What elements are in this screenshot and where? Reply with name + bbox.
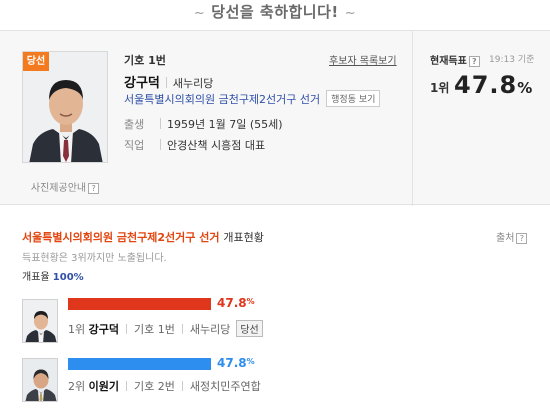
birth-row: 출생 1959년 1월 7일 (55세) — [124, 116, 283, 132]
district-link[interactable]: 서울특별시의회의원 금천구제2선거구 선거 — [124, 93, 320, 106]
elected-badge: 당선 — [23, 52, 49, 71]
candidate-number: 기호 1번 — [124, 54, 166, 67]
winner-panel: 당선 사진제공안내? 기호 1번 후보자 목록보기 강구덕 새누리당 서울특별시의… — [0, 30, 550, 206]
candidate-name: 강구덕 — [124, 76, 160, 91]
divider — [165, 77, 167, 88]
vote-bar-1 — [68, 298, 211, 310]
current-votes-label: 현재득표? — [430, 52, 480, 67]
birth-value: 1959년 1월 7일 (55세) — [167, 118, 283, 131]
candidate-portrait-icon — [23, 300, 57, 342]
results-notice: 득표현황은 3위까지만 노출됩니다. — [22, 253, 167, 264]
current-percent-value: 47.8 — [454, 71, 518, 99]
help-icon[interactable]: ? — [516, 232, 528, 244]
candidate-name-row: 강구덕 새누리당 — [124, 72, 213, 91]
candidate-number: 기호 2번 — [134, 380, 175, 393]
candidate-row-2: 2위 이원기 기호 2번 새정치민주연합 — [68, 378, 261, 394]
help-icon[interactable]: ? — [468, 55, 480, 67]
candidate-row-1: 1위 강구덕 기호 1번 새누리당 당선 — [68, 320, 263, 337]
candidate-rank: 1위 — [68, 323, 86, 336]
candidate-rank: 2위 — [68, 380, 86, 393]
vote-bar-2 — [68, 358, 211, 370]
candidate-portrait-icon — [23, 359, 57, 401]
vote-percent-1: 47.8% — [217, 296, 255, 310]
current-timestamp: 19:13 기준 — [489, 55, 535, 65]
candidate-party: 새누리당 — [172, 77, 214, 90]
results-suffix: 개표현황 — [223, 231, 264, 244]
candidate-name[interactable]: 이원기 — [89, 380, 119, 393]
count-rate-value: 100% — [52, 272, 84, 283]
current-percent-unit: % — [517, 79, 534, 97]
candidate-thumbnail[interactable] — [22, 299, 58, 343]
candidate-party: 새정치민주연합 — [189, 380, 261, 393]
birth-label: 출생 — [124, 118, 145, 131]
count-rate: 개표율 100% — [22, 268, 84, 283]
results-title: 서울특별시의회의원 금천구제2선거구 선거 개표현황 — [22, 229, 264, 245]
view-district-button[interactable]: 행정동 보기 — [326, 90, 381, 107]
district-row: 서울특별시의회의원 금천구제2선거구 선거 행정동 보기 — [124, 90, 381, 107]
help-icon[interactable]: ? — [88, 182, 100, 194]
candidate-list-link[interactable]: 후보자 목록보기 — [329, 52, 397, 67]
job-value: 안경산책 시흥점 대표 — [167, 139, 266, 152]
congrats-text: 당선을 축하합니다! — [211, 3, 339, 21]
wave-decoration-right: ~ — [344, 6, 357, 21]
candidate-thumbnail[interactable] — [22, 358, 58, 402]
wave-decoration-left: ~ — [193, 6, 206, 21]
photo-credit: 사진제공안내? — [22, 179, 108, 194]
candidate-name[interactable]: 강구덕 — [89, 323, 119, 336]
candidate-party: 새누리당 — [189, 323, 231, 336]
results-district: 서울특별시의회의원 금천구제2선거구 선거 — [22, 231, 220, 244]
vote-percent-2: 47.8% — [217, 356, 255, 370]
congrats-banner: ~ 당선을 축하합니다! ~ — [0, 0, 550, 26]
panel-divider — [412, 31, 413, 206]
candidate-number: 기호 1번 — [134, 323, 175, 336]
count-rate-label: 개표율 — [22, 272, 50, 283]
current-percent: 47.8% — [454, 71, 533, 99]
photo-credit-label: 사진제공안내 — [30, 183, 87, 194]
winner-photo: 당선 — [22, 51, 108, 163]
source-label: 출처? — [496, 229, 528, 244]
job-row: 직업 안경산책 시흥점 대표 — [124, 137, 265, 153]
current-rank: 1위 — [430, 81, 450, 95]
elected-tag: 당선 — [236, 320, 263, 337]
job-label: 직업 — [124, 139, 145, 152]
